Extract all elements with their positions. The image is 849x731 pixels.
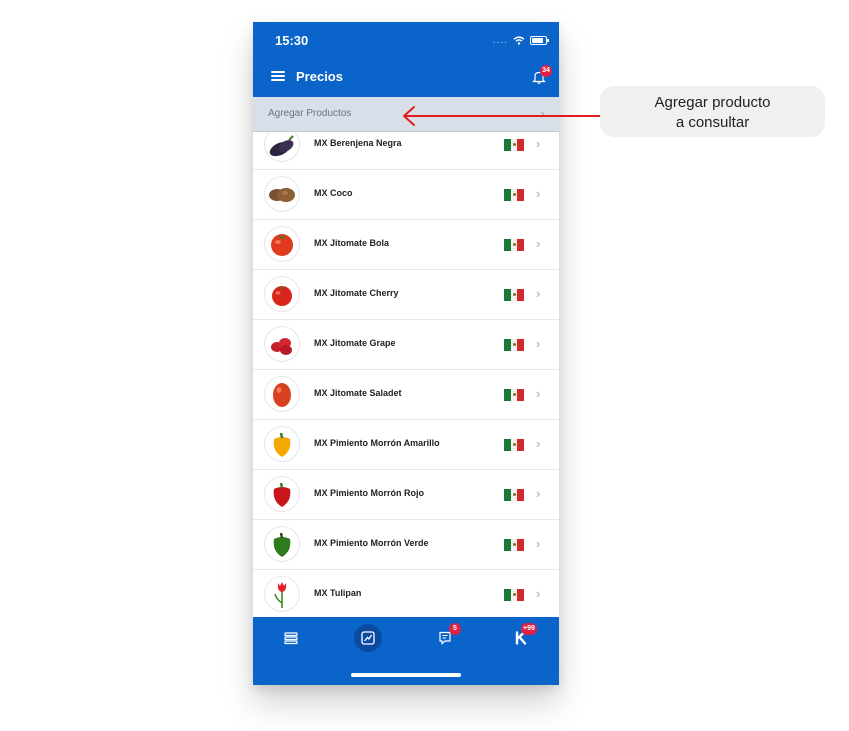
callout-line-1: Agregar producto (654, 94, 771, 111)
tab-messages[interactable]: 5 (431, 623, 461, 652)
list-item[interactable]: MX Jitomate Cherry › (253, 270, 559, 320)
list-item[interactable]: MX Jitomate Saladet › (253, 370, 559, 420)
product-name: MX Jitomate Grape (314, 338, 396, 348)
product-name: MX Pimiento Morrón Rojo (314, 488, 424, 498)
app-header: 15:30 .... Precios 34 (253, 22, 559, 97)
annotation-arrow-icon (403, 106, 603, 126)
chevron-right-icon: › (536, 486, 541, 501)
cherry-tomato-icon (264, 276, 300, 312)
product-name: MX Jitomate Saladet (314, 388, 402, 398)
mexico-flag-icon (504, 439, 525, 451)
bottom-tab-bar: 5 +99 (253, 617, 559, 685)
callout-box: Agregar producto a consultar (600, 86, 825, 137)
home-indicator[interactable] (351, 673, 461, 677)
hamburger-menu-icon[interactable] (271, 71, 285, 81)
list-item[interactable]: MX Jitomate Bola › (253, 220, 559, 270)
notification-badge: 34 (540, 65, 552, 77)
tab-list[interactable] (277, 624, 305, 652)
saladet-tomato-icon (264, 376, 300, 412)
chevron-right-icon: › (536, 436, 541, 451)
callout-line-2: a consultar (675, 114, 750, 131)
green-pepper-icon (264, 526, 300, 562)
mexico-flag-icon (504, 489, 525, 501)
signal-dots: .... (492, 34, 508, 46)
prices-chart-icon (361, 631, 375, 645)
battery-icon (530, 35, 549, 45)
chevron-right-icon: › (536, 186, 541, 201)
list-item[interactable]: MX Pimiento Morrón Rojo › (253, 470, 559, 520)
mexico-flag-icon (504, 339, 525, 351)
product-name: MX Tulipan (314, 588, 362, 598)
status-icons: .... (492, 33, 549, 47)
chevron-right-icon: › (536, 136, 541, 151)
tulip-icon (264, 576, 300, 612)
page-title: Precios (296, 69, 343, 84)
eggplant-icon (264, 132, 300, 162)
tab-k[interactable]: +99 (507, 623, 537, 652)
mexico-flag-icon (504, 239, 525, 251)
mexico-flag-icon (504, 139, 525, 151)
product-name: MX Jitomate Cherry (314, 288, 399, 298)
wifi-icon (513, 35, 525, 45)
list-icon (284, 632, 298, 645)
tab-prices[interactable] (354, 624, 382, 652)
list-item[interactable]: MX Jitomate Grape › (253, 320, 559, 370)
product-name: MX Coco (314, 188, 353, 198)
product-name: MX Pimiento Morrón Verde (314, 538, 429, 548)
messages-badge: 5 (449, 623, 461, 635)
notification-bell-icon[interactable]: 34 (532, 65, 552, 84)
k-badge: +99 (521, 623, 537, 635)
list-item[interactable]: MX Tulipan › (253, 570, 559, 616)
mexico-flag-icon (504, 589, 525, 601)
coconut-icon (264, 176, 300, 212)
list-item[interactable]: MX Pimiento Morrón Verde › (253, 520, 559, 570)
product-name: MX Jitomate Bola (314, 238, 390, 248)
tomato-icon (264, 226, 300, 262)
chevron-right-icon: › (536, 536, 541, 551)
mexico-flag-icon (504, 189, 525, 201)
product-name: MX Pimiento Morrón Amarillo (314, 438, 440, 448)
mexico-flag-icon (504, 389, 525, 401)
grape-tomato-icon (264, 326, 300, 362)
status-time: 15:30 (275, 33, 309, 48)
list-item[interactable]: MX Berenjena Negra › (253, 132, 559, 170)
add-products-label: Agregar Productos (268, 108, 352, 119)
list-item[interactable]: MX Coco › (253, 170, 559, 220)
product-list: MX Berenjena Negra › MX Coco › MX Jitoma… (253, 132, 559, 616)
mexico-flag-icon (504, 539, 525, 551)
chevron-right-icon: › (536, 236, 541, 251)
chevron-right-icon: › (536, 386, 541, 401)
product-name: MX Berenjena Negra (314, 138, 402, 148)
chevron-right-icon: › (536, 286, 541, 301)
chevron-right-icon: › (536, 336, 541, 351)
red-pepper-icon (264, 476, 300, 512)
mexico-flag-icon (504, 289, 525, 301)
chevron-right-icon: › (536, 586, 541, 601)
list-item[interactable]: MX Pimiento Morrón Amarillo › (253, 420, 559, 470)
yellow-pepper-icon (264, 426, 300, 462)
